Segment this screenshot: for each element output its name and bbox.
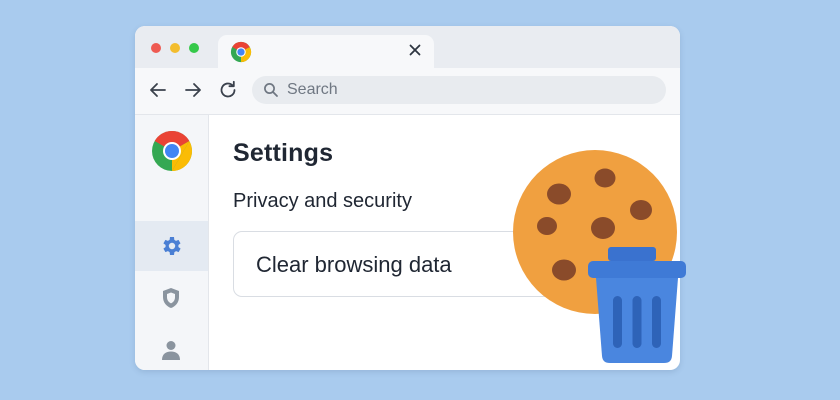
browser-tab[interactable] xyxy=(218,35,434,68)
section-title: Privacy and security xyxy=(233,190,412,212)
sidebar-item-privacy[interactable] xyxy=(135,273,208,323)
clear-browsing-data-label: Clear browsing data xyxy=(256,252,452,277)
chrome-logo-icon xyxy=(230,41,252,63)
close-window-button[interactable] xyxy=(151,43,161,53)
title-bar xyxy=(135,26,680,68)
person-icon xyxy=(162,341,180,360)
gear-icon xyxy=(163,237,181,255)
minimize-window-button[interactable] xyxy=(170,43,180,53)
sidebar xyxy=(135,115,209,370)
reload-icon[interactable] xyxy=(217,79,239,101)
trash-can-icon xyxy=(588,247,686,363)
search-icon xyxy=(264,83,278,97)
toolbar: Search xyxy=(135,68,680,115)
maximize-window-button[interactable] xyxy=(189,43,199,53)
back-arrow-icon[interactable] xyxy=(147,79,169,101)
sidebar-item-settings[interactable] xyxy=(135,221,208,271)
chrome-logo-icon xyxy=(152,131,192,171)
page-title: Settings xyxy=(233,139,334,167)
close-icon[interactable] xyxy=(406,41,424,59)
search-placeholder: Search xyxy=(287,81,338,98)
shield-icon xyxy=(163,288,179,308)
forward-arrow-icon[interactable] xyxy=(182,79,204,101)
sidebar-item-profile[interactable] xyxy=(135,325,208,370)
search-input[interactable]: Search xyxy=(252,76,666,104)
cookie-trash-illustration xyxy=(513,150,686,363)
